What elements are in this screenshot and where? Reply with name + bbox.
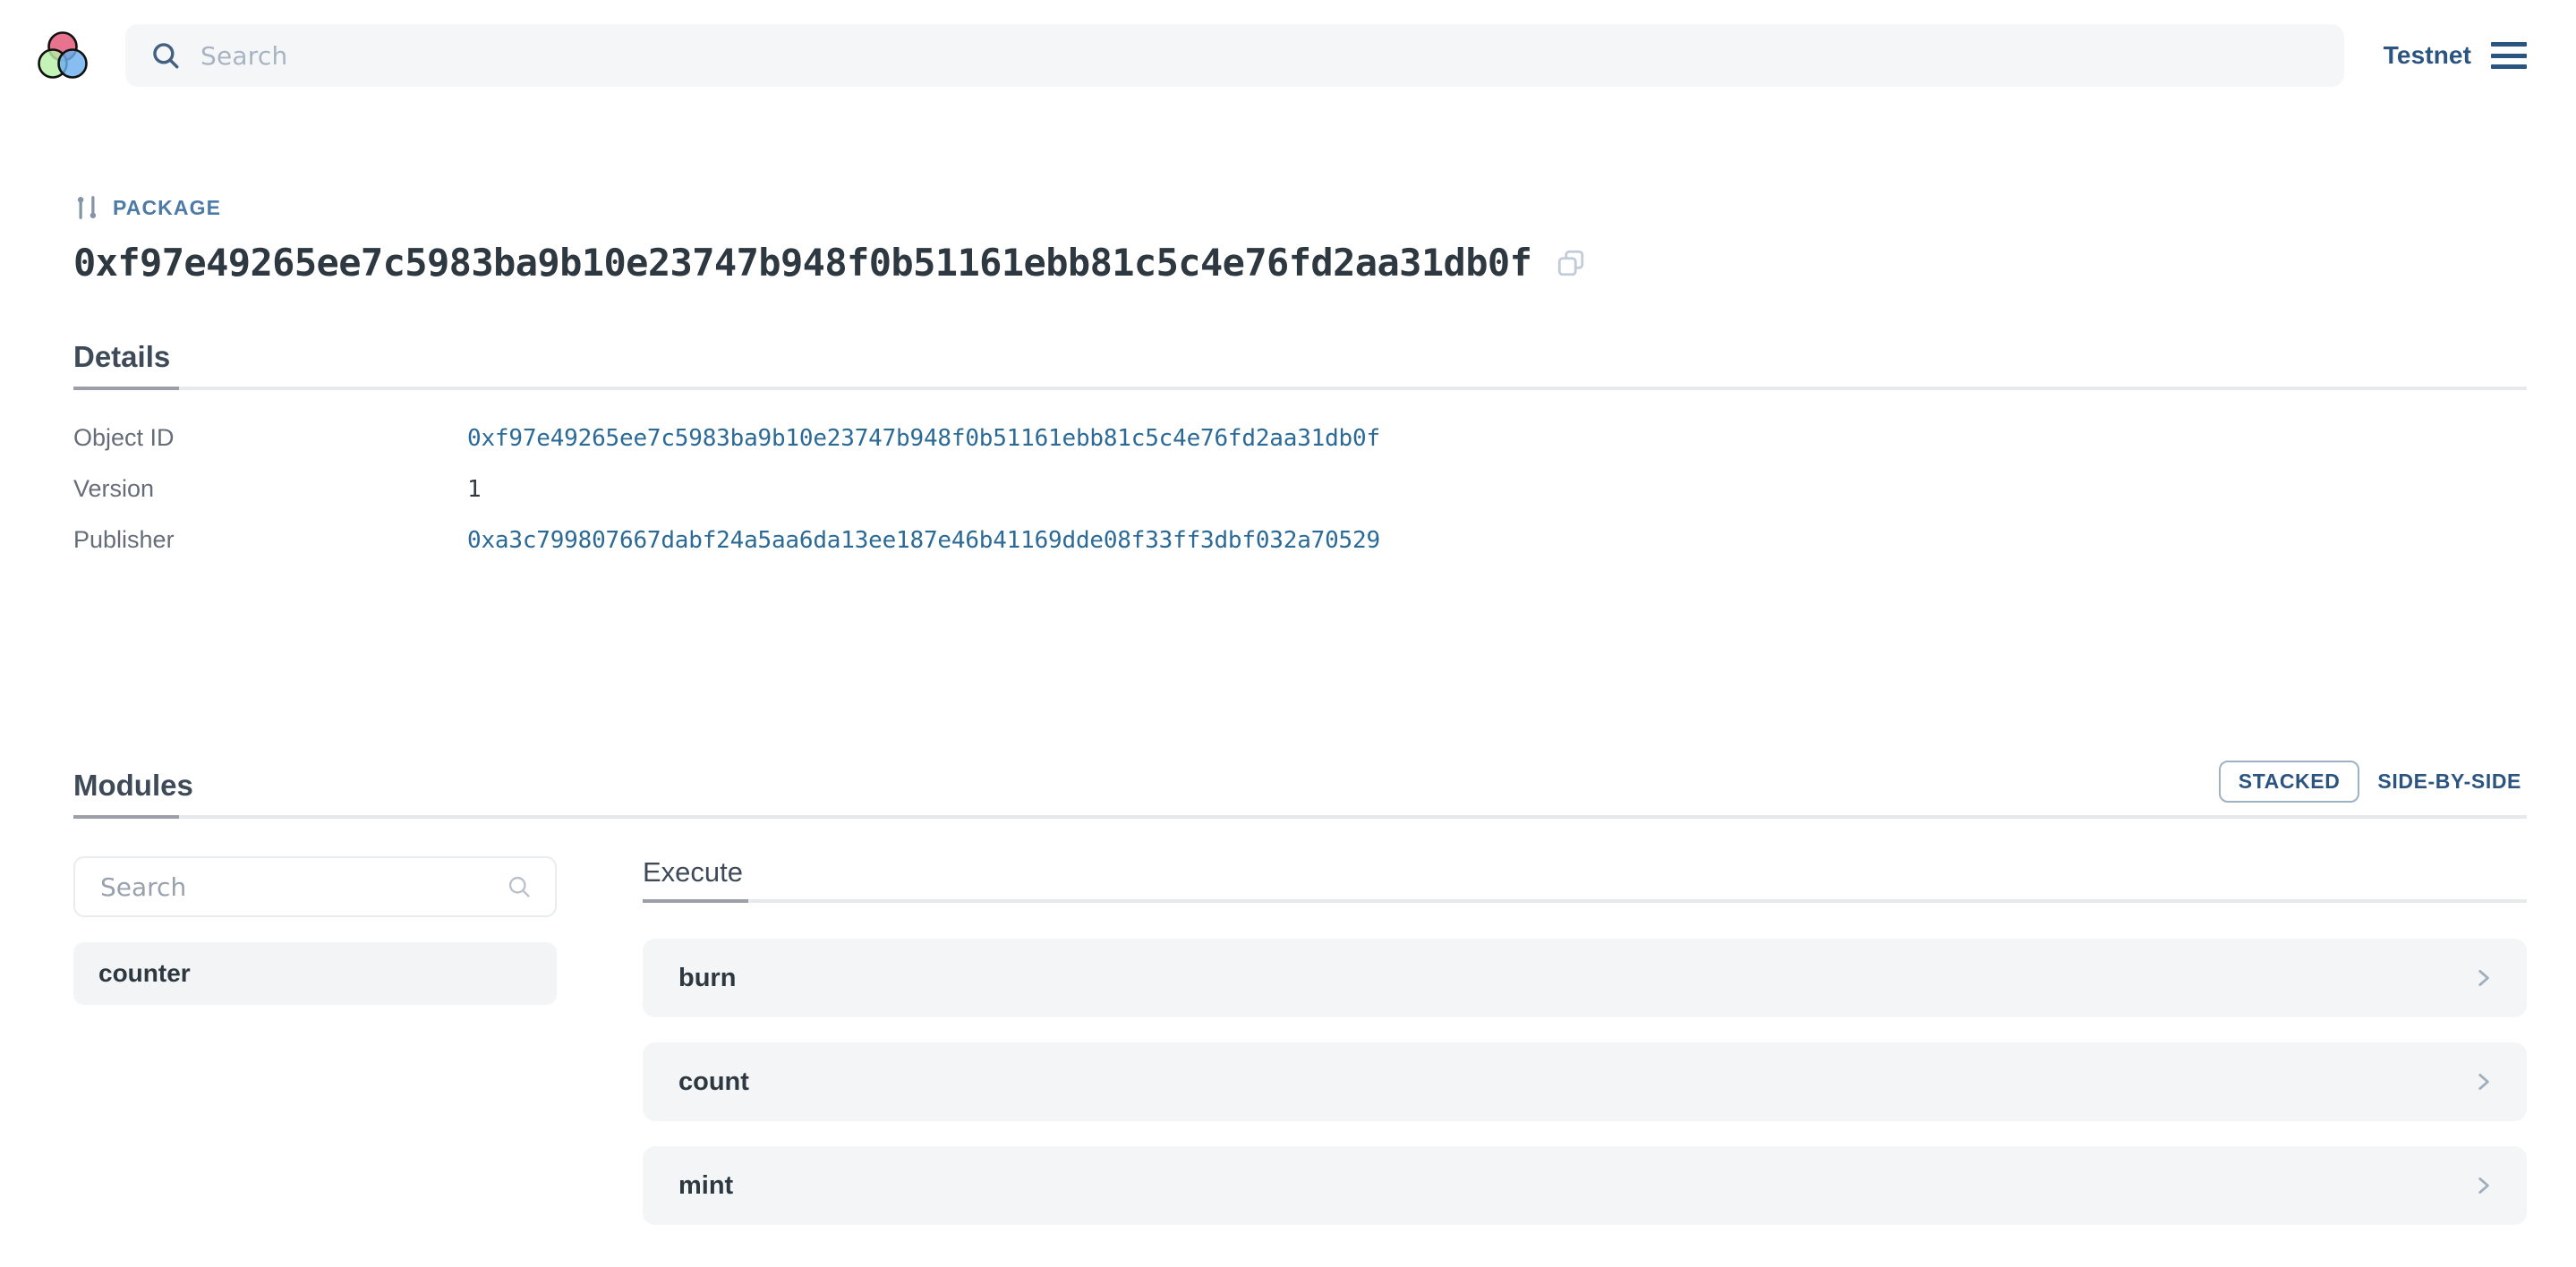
function-name: burn	[678, 963, 737, 992]
object-id-row: 0xf97e49265ee7c5983ba9b10e23747b948f0b51…	[73, 241, 2527, 285]
details-table: Object ID 0xf97e49265ee7c5983ba9b10e2374…	[73, 424, 2527, 577]
search-icon	[150, 40, 181, 71]
list-item[interactable]: burn	[643, 939, 2527, 1017]
detail-value-publisher[interactable]: 0xa3c799807667dabf24a5aa6da13ee187e46b41…	[467, 527, 1380, 554]
toggle-stacked-button[interactable]: STACKED	[2218, 761, 2360, 803]
sui-explorer-logo[interactable]	[34, 27, 91, 84]
sidebar-item-counter[interactable]: counter	[73, 942, 557, 1005]
detail-label: Publisher	[73, 526, 175, 553]
global-search-input[interactable]: Search	[125, 24, 2344, 87]
module-list-column: Search counter	[73, 856, 557, 1250]
list-item[interactable]: count	[643, 1042, 2527, 1121]
object-kind-label: PACKAGE	[113, 195, 222, 219]
execute-underline	[643, 899, 2527, 903]
modules-body: Search counter Execute burn count mint	[73, 856, 2527, 1250]
table-row: Publisher 0xa3c799807667dabf24a5aa6da13e…	[73, 526, 2527, 577]
details-title: Details	[73, 340, 171, 373]
function-name: mint	[678, 1170, 734, 1200]
module-search-input[interactable]: Search	[73, 856, 557, 917]
network-label: Testnet	[2383, 41, 2471, 69]
package-branch-icon	[73, 194, 100, 221]
detail-label: Object ID	[73, 424, 175, 451]
detail-value-object-id[interactable]: 0xf97e49265ee7c5983ba9b10e23747b948f0b51…	[467, 425, 1380, 452]
function-name: count	[678, 1067, 749, 1096]
execute-column: Execute burn count mint	[643, 856, 2527, 1250]
function-list: burn count mint	[643, 939, 2527, 1225]
chevron-right-icon	[2471, 1070, 2495, 1093]
copy-icon[interactable]	[1555, 247, 1587, 279]
view-mode-toggle: STACKED SIDE-BY-SIDE	[2218, 761, 2527, 815]
details-section-header: Details	[73, 340, 2527, 390]
page-content: PACKAGE 0xf97e49265ee7c5983ba9b10e23747b…	[0, 194, 2576, 1250]
detail-value-version: 1	[467, 476, 482, 503]
table-row: Object ID 0xf97e49265ee7c5983ba9b10e2374…	[73, 424, 2527, 475]
modules-header-row: Modules STACKED SIDE-BY-SIDE	[73, 761, 2527, 815]
network-selector[interactable]: Testnet	[2384, 41, 2527, 70]
detail-label: Version	[73, 475, 155, 502]
tab-modules[interactable]: Modules	[73, 769, 193, 815]
search-icon	[507, 874, 532, 899]
global-search-placeholder: Search	[200, 40, 288, 71]
module-search-placeholder: Search	[100, 872, 187, 902]
details-underline	[73, 387, 2527, 390]
object-kind-row: PACKAGE	[73, 194, 2527, 221]
hamburger-icon[interactable]	[2491, 42, 2527, 69]
toggle-side-by-side-button[interactable]: SIDE-BY-SIDE	[2372, 762, 2527, 801]
app-header: Search Testnet	[0, 0, 2576, 111]
table-row: Version 1	[73, 475, 2527, 526]
list-item[interactable]: mint	[643, 1146, 2527, 1225]
page-title: 0xf97e49265ee7c5983ba9b10e23747b948f0b51…	[73, 241, 1532, 285]
modules-section: Modules STACKED SIDE-BY-SIDE Search coun…	[73, 761, 2527, 1250]
execute-title: Execute	[643, 856, 744, 888]
chevron-right-icon	[2471, 966, 2495, 990]
module-item-label: counter	[98, 959, 191, 987]
modules-underline	[73, 815, 2527, 819]
chevron-right-icon	[2471, 1174, 2495, 1197]
